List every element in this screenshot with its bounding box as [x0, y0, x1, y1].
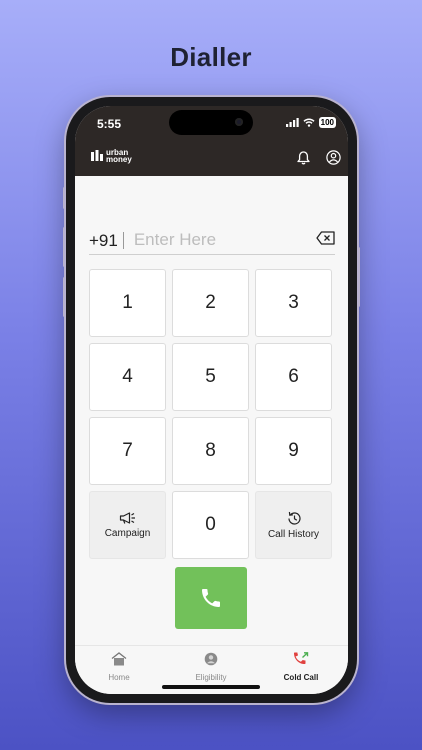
home-icon [111, 652, 127, 666]
call-history-label: Call History [267, 528, 320, 540]
campaign-label: Campaign [104, 528, 151, 539]
country-code[interactable]: +91 [89, 231, 124, 249]
app-header: 5:55 100 urban money [75, 106, 348, 176]
nav-label-eligibility: Eligibility [195, 673, 227, 682]
page-title: Dialler [170, 42, 252, 72]
camera-icon [235, 118, 243, 126]
key-9[interactable]: 9 [255, 417, 332, 485]
key-5[interactable]: 5 [172, 343, 249, 411]
volume-up-button [63, 227, 66, 267]
dynamic-island [169, 110, 253, 135]
volume-down-button [63, 277, 66, 317]
nav-item-cold-call[interactable]: Cold Call [261, 652, 341, 682]
user-icon [326, 150, 341, 165]
key-2[interactable]: 2 [172, 269, 249, 337]
key-8[interactable]: 8 [172, 417, 249, 485]
battery-icon: 100 [318, 117, 336, 128]
home-indicator [162, 685, 260, 689]
power-button [357, 247, 360, 307]
key-3[interactable]: 3 [255, 269, 332, 337]
nav-label-home: Home [108, 673, 130, 682]
dial-keypad: 1 2 3 4 5 6 7 8 9 Campaign 0 Call Histor… [89, 269, 333, 559]
signal-icon [285, 118, 299, 127]
backspace-button[interactable] [316, 231, 335, 250]
key-1[interactable]: 1 [89, 269, 166, 337]
phone-icon [202, 589, 220, 607]
app-logo: urban money [91, 149, 132, 164]
backspace-icon [316, 231, 335, 245]
call-button[interactable] [175, 567, 247, 629]
nav-item-home[interactable]: Home [79, 652, 159, 682]
eligibility-icon [204, 652, 218, 666]
phone-frame: 5:55 100 urban money +91 Enter Here 1 2 … [63, 97, 360, 703]
wifi-icon [303, 118, 315, 127]
app-screen: 5:55 100 urban money +91 Enter Here 1 2 … [75, 106, 348, 694]
status-time: 5:55 [97, 117, 122, 131]
phone-number-input[interactable] [133, 230, 294, 250]
megaphone-icon [119, 512, 135, 524]
phone-number-field: +91 [89, 226, 335, 255]
nav-item-eligibility[interactable]: Eligibility [171, 652, 251, 682]
profile-button[interactable] [326, 150, 341, 170]
silent-switch [63, 187, 66, 209]
logo-text-line2: money [106, 155, 132, 164]
key-0[interactable]: 0 [172, 491, 249, 559]
bell-icon [297, 151, 310, 165]
notification-button[interactable] [297, 151, 310, 170]
key-6[interactable]: 6 [255, 343, 332, 411]
key-4[interactable]: 4 [89, 343, 166, 411]
call-history-button[interactable]: Call History [255, 491, 332, 559]
status-indicators: 100 [285, 117, 336, 128]
campaign-button[interactable]: Campaign [89, 491, 166, 559]
urban-money-logo-icon [91, 150, 103, 161]
key-7[interactable]: 7 [89, 417, 166, 485]
cold-call-icon [294, 652, 309, 664]
nav-label-cold-call: Cold Call [283, 673, 319, 682]
history-icon [287, 511, 301, 525]
